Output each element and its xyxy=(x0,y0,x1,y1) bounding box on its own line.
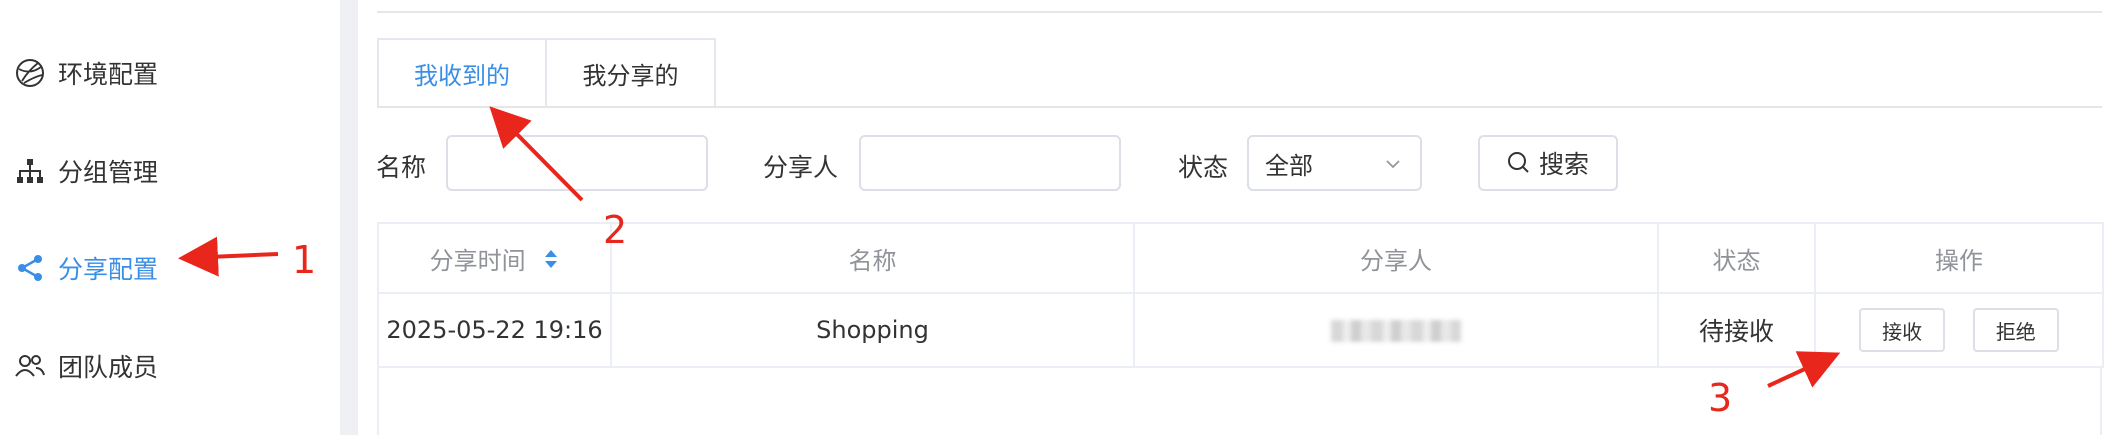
annotation-label-3: 3 xyxy=(1708,376,1733,420)
annotation-label-1: 1 xyxy=(292,238,317,282)
annotation-label-2: 2 xyxy=(603,208,628,252)
annotation-arrow-1 xyxy=(178,236,279,277)
annotation-arrows xyxy=(178,106,1841,388)
annotation-arrow-3 xyxy=(1767,351,1841,388)
annotation-arrow-2 xyxy=(489,106,584,202)
